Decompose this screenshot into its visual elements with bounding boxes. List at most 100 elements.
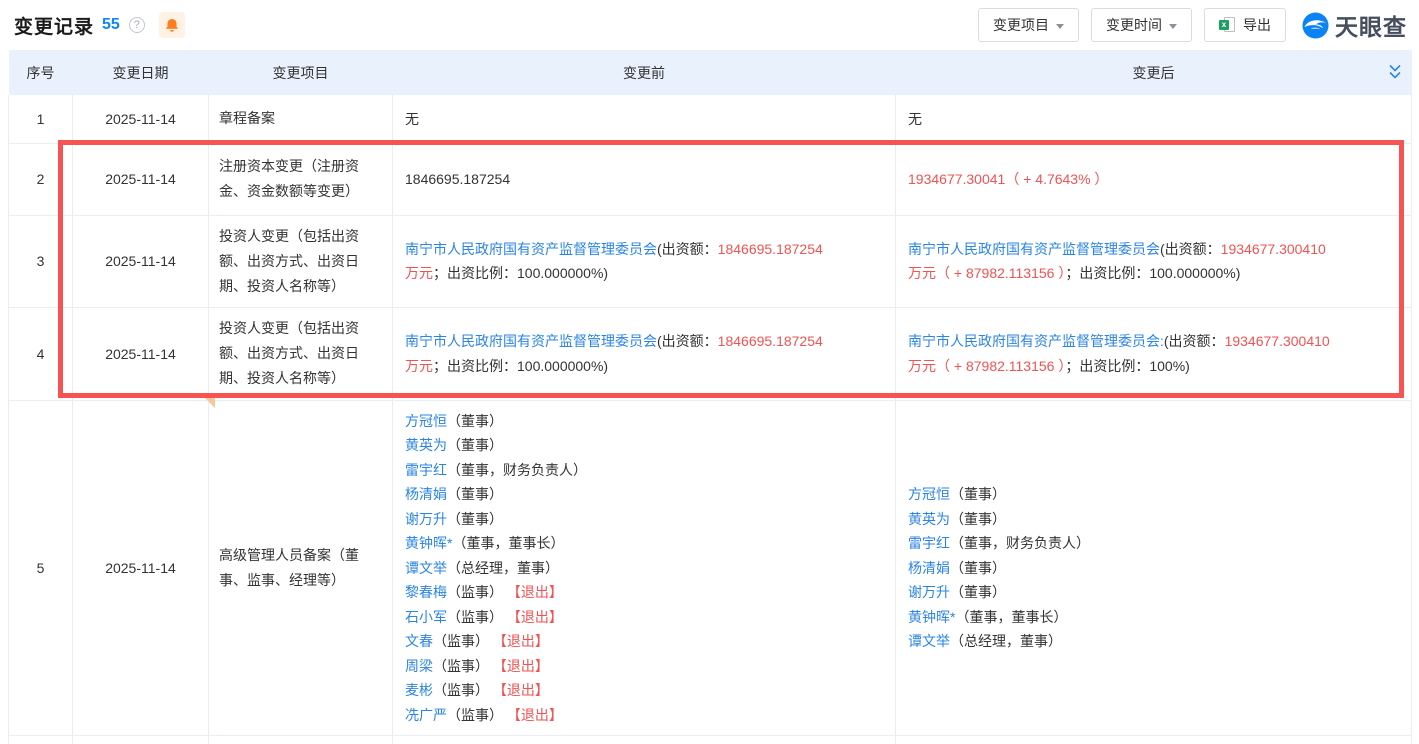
text-line: 杨清娟（董事） xyxy=(405,482,883,507)
plain-text: （监事） xyxy=(447,707,503,723)
text-line: 1934677.30041（ + 4.7643% ） xyxy=(908,167,1399,192)
entity-link[interactable]: 方冠恒 xyxy=(405,413,447,429)
text-line: 雷宇红（董事，财务负责人） xyxy=(908,531,1399,556)
plain-text: （董事，董事长） xyxy=(452,535,564,551)
table-body: 12025-11-14章程备案无无22025-11-14注册资本变更（注册资金、… xyxy=(9,95,1412,744)
change-record-table-wrap: 序号 变更日期 变更项目 变更前 变更后 12025-11-14章程备案无无22… xyxy=(8,50,1411,744)
entity-link[interactable]: 南宁市人民政府国有资产监督管理委员会 xyxy=(908,241,1160,257)
entity-link[interactable]: 杨清娟 xyxy=(405,486,447,502)
filter-change-time-label: 变更时间 xyxy=(1106,15,1162,35)
cell-date: 2025-11-14 xyxy=(73,215,209,307)
entity-link[interactable]: 南宁市人民政府国有资产监督管理委员会 xyxy=(405,333,657,349)
entity-link[interactable]: 黄钟晖* xyxy=(908,609,955,625)
plain-text: （董事） xyxy=(447,413,503,429)
entity-link[interactable]: 石小军 xyxy=(405,609,447,625)
cell-item: 高级管理人员备案（董事、监事、经理等） xyxy=(209,400,393,736)
col-header-seq: 序号 xyxy=(9,50,73,95)
cell-after: 1934677.30041（ + 4.7643% ） xyxy=(896,143,1412,215)
table-row: 42025-11-14投资人变更（包括出资额、出资方式、出资日期、投资人名称等）… xyxy=(9,307,1412,400)
tianyancha-logo[interactable]: 天眼查 xyxy=(1302,8,1407,42)
plain-text: （总经理，董事） xyxy=(447,560,559,576)
entity-link[interactable]: 黄钟晖* xyxy=(405,535,452,551)
plain-text: 1846695.187254 xyxy=(405,171,510,187)
plain-text: （总经理，董事） xyxy=(950,633,1062,649)
text-line: 方冠恒（董事） xyxy=(908,482,1399,507)
plain-text: ；出资比例：100.000000%) xyxy=(433,265,608,281)
red-text: 万元 xyxy=(405,358,433,374)
table-row: 12025-11-14章程备案无无 xyxy=(9,95,1412,143)
text-line: 麦彬（监事） 【退出】 xyxy=(405,678,883,703)
plain-text: ；出资比例：100.000000%) xyxy=(1065,265,1240,281)
red-text: 【退出】 xyxy=(503,584,563,600)
cell-date: 2025-11-14 xyxy=(73,143,209,215)
export-button[interactable]: x 导出 xyxy=(1204,8,1286,42)
entity-link[interactable]: 雷宇红 xyxy=(908,535,950,551)
plain-text: （监事） xyxy=(447,584,503,600)
chevron-down-icon xyxy=(1056,24,1064,29)
text-line: 南宁市人民政府国有资产监督管理委员会(出资额：1846695.187254 xyxy=(405,329,883,354)
cell-seq: 4 xyxy=(9,307,73,400)
chevron-down-icon xyxy=(1169,24,1177,29)
text-line: 万元（ + 87982.113156 ）；出资比例：100%) xyxy=(908,354,1399,379)
text-line: 黄英为（董事） xyxy=(405,433,883,458)
subscribe-bell-button[interactable] xyxy=(159,12,185,38)
text-line: 谭文举（总经理，董事） xyxy=(405,556,883,581)
table-row-partial xyxy=(9,736,1412,744)
cell-before: 方冠恒（董事）黄英为（董事）雷宇红（董事，财务负责人）杨清娟（董事）谢万升（董事… xyxy=(393,400,896,736)
text-line: 黄钟晖*（董事，董事长） xyxy=(908,605,1399,630)
table-header-row: 序号 变更日期 变更项目 变更前 变更后 xyxy=(9,50,1412,95)
entity-link[interactable]: 谭文举 xyxy=(908,633,950,649)
text-line: 无 xyxy=(908,107,1399,132)
entity-link[interactable]: 雷宇红 xyxy=(405,462,447,478)
plain-text: （董事） xyxy=(447,511,503,527)
plain-text: ；出资比例：100.000000%) xyxy=(433,358,608,374)
plain-text: （董事） xyxy=(950,584,1006,600)
text-line: 黎春梅（监事） 【退出】 xyxy=(405,580,883,605)
cell-date: 2025-11-14 xyxy=(73,307,209,400)
cell-item: 投资人变更（包括出资额、出资方式、出资日期、投资人名称等） xyxy=(209,307,393,400)
cell-before: 无 xyxy=(393,95,896,143)
tianyancha-logo-icon xyxy=(1302,12,1329,39)
plain-text: 无 xyxy=(908,111,922,127)
entity-link[interactable]: 黄英为 xyxy=(908,511,950,527)
entity-link[interactable]: 南宁市人民政府国有资产监督管理委员会: xyxy=(908,333,1164,349)
plain-text: (出资额： xyxy=(1164,333,1225,349)
entity-link[interactable]: 谢万升 xyxy=(405,511,447,527)
bell-icon xyxy=(165,18,179,33)
filter-change-item-label: 变更项目 xyxy=(993,15,1049,35)
cell-seq: 5 xyxy=(9,400,73,736)
help-icon[interactable]: ? xyxy=(129,17,145,33)
entity-link[interactable]: 冼广严 xyxy=(405,707,447,723)
text-line: 杨清娟（董事） xyxy=(908,556,1399,581)
cell-after: 方冠恒（董事） 黄英为 （董事） 雷宇红（董事，财务负责人）杨清娟（董事） 谢万升 （董事… xyxy=(896,400,1412,736)
red-text: 【退出】 xyxy=(503,609,563,625)
record-count: 55 xyxy=(102,16,120,34)
cell-after: 无 xyxy=(896,95,1412,143)
entity-link[interactable]: 黄英为 xyxy=(405,437,447,453)
text-line: 雷宇红（董事，财务负责人） xyxy=(405,458,883,483)
red-text: 1846695.187254 xyxy=(718,333,823,349)
filter-change-item-dropdown[interactable]: 变更项目 xyxy=(978,8,1079,42)
entity-link[interactable]: 杨清娟 xyxy=(908,560,950,576)
filter-change-time-dropdown[interactable]: 变更时间 xyxy=(1091,8,1192,42)
entity-link[interactable]: 谭文举 xyxy=(405,560,447,576)
plain-text: 无 xyxy=(405,111,419,127)
cell-empty xyxy=(9,736,73,744)
entity-link[interactable]: 方冠恒 xyxy=(908,486,950,502)
cell-empty xyxy=(393,736,896,744)
entity-link[interactable]: 黎春梅 xyxy=(405,584,447,600)
entity-link[interactable]: 南宁市人民政府国有资产监督管理委员会 xyxy=(405,241,657,257)
entity-link[interactable]: 麦彬 xyxy=(405,682,433,698)
text-line: 谭文举（总经理，董事） xyxy=(908,629,1399,654)
plain-text: （董事，财务负责人） xyxy=(950,535,1090,551)
plain-text: （监事） xyxy=(433,633,489,649)
entity-link[interactable]: 周梁 xyxy=(405,658,433,674)
plain-text: (出资额： xyxy=(1160,241,1221,257)
collapse-double-chevron-icon[interactable] xyxy=(1388,64,1402,81)
text-line: 南宁市人民政府国有资产监督管理委员会:(出资额：1934677.300410 xyxy=(908,329,1399,354)
entity-link[interactable]: 谢万升 xyxy=(908,584,950,600)
table-row: 52025-11-14高级管理人员备案（董事、监事、经理等）方冠恒（董事）黄英为… xyxy=(9,400,1412,736)
text-line: 南宁市人民政府国有资产监督管理委员会(出资额：1934677.300410 xyxy=(908,237,1399,262)
text-line: 周梁（监事） 【退出】 xyxy=(405,654,883,679)
entity-link[interactable]: 文春 xyxy=(405,633,433,649)
